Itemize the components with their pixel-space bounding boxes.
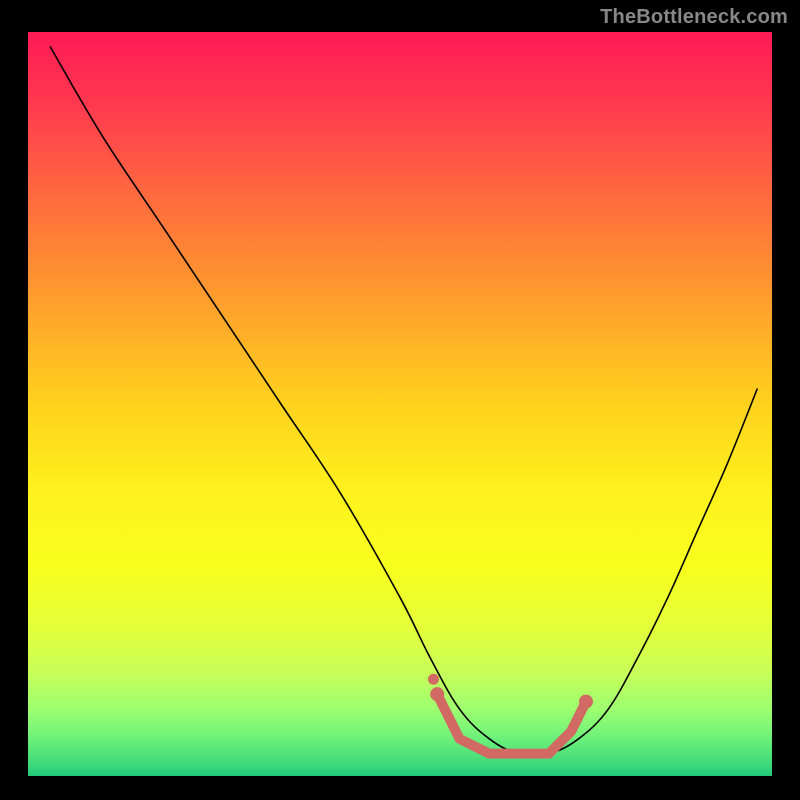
highlight-leading-dot [428, 674, 439, 685]
highlight-endpoint [430, 687, 444, 701]
chart-stage: TheBottleneck.com [0, 0, 800, 800]
watermark-text: TheBottleneck.com [600, 6, 788, 29]
chart-svg [0, 0, 800, 800]
highlight-endpoint [579, 695, 593, 709]
plot-background [28, 32, 772, 776]
